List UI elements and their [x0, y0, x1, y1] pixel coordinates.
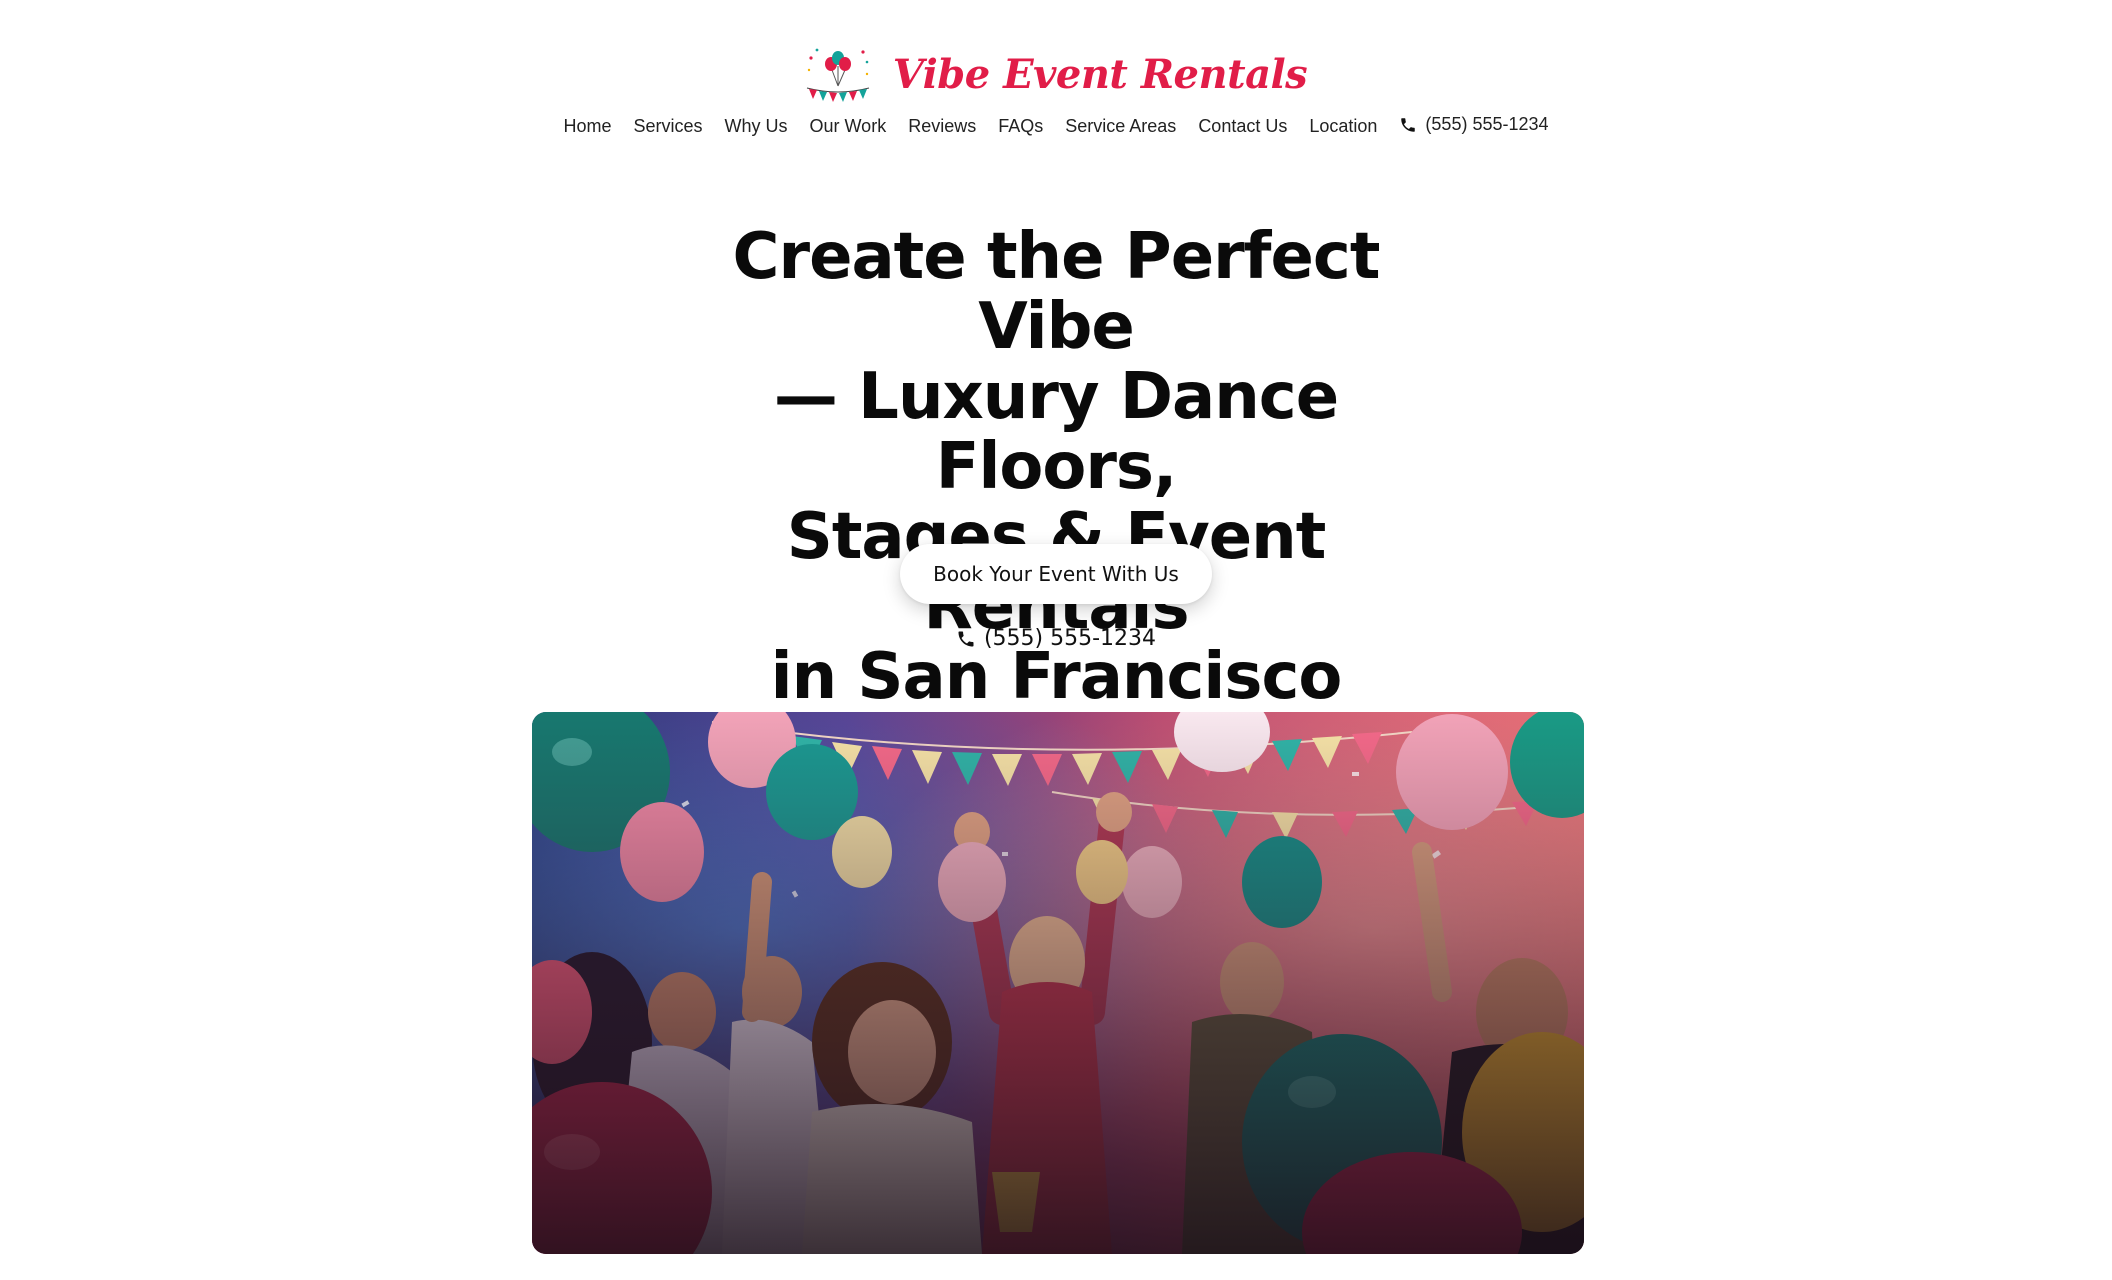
hero-phone-number: (555) 555-1234: [983, 626, 1157, 651]
nav-item-home[interactable]: Home: [552, 116, 622, 137]
hero-phone-link[interactable]: (555) 555-1234: [0, 626, 2112, 651]
hero-title-line: in San Francisco: [770, 640, 1343, 714]
hero-title-line: Create the Perfect Vibe: [732, 220, 1381, 364]
party-crowd-image: [532, 712, 1584, 1254]
nav-item-contact-us[interactable]: Contact Us: [1187, 116, 1298, 137]
page: Vibe Event Rentals Home Services Why Us …: [0, 0, 2112, 1280]
party-scene-illustration: [532, 712, 1584, 1254]
hero-title-line: — Luxury Dance Floors,: [773, 360, 1339, 504]
nav-phone-number: (555) 555-1234: [1425, 114, 1549, 134]
nav-item-service-areas[interactable]: Service Areas: [1054, 116, 1187, 137]
nav-item-location[interactable]: Location: [1298, 116, 1388, 137]
book-event-button[interactable]: Book Your Event With Us: [900, 544, 1212, 604]
balloons-logo-icon: [806, 48, 869, 102]
nav-phone-link[interactable]: (555) 555-1234: [1388, 114, 1559, 135]
phone-icon: [958, 631, 974, 646]
nav-item-faqs[interactable]: FAQs: [987, 116, 1054, 137]
nav-item-our-work[interactable]: Our Work: [799, 116, 898, 137]
nav-item-services[interactable]: Services: [622, 116, 713, 137]
nav-item-why-us[interactable]: Why Us: [714, 116, 799, 137]
main-nav: Home Services Why Us Our Work Reviews FA…: [0, 114, 2112, 137]
nav-item-reviews[interactable]: Reviews: [897, 116, 987, 137]
phone-icon: [1401, 117, 1416, 132]
brand-name: Vibe Event Rentals: [892, 50, 1308, 98]
site-logo[interactable]: Vibe Event Rentals: [0, 44, 2112, 104]
